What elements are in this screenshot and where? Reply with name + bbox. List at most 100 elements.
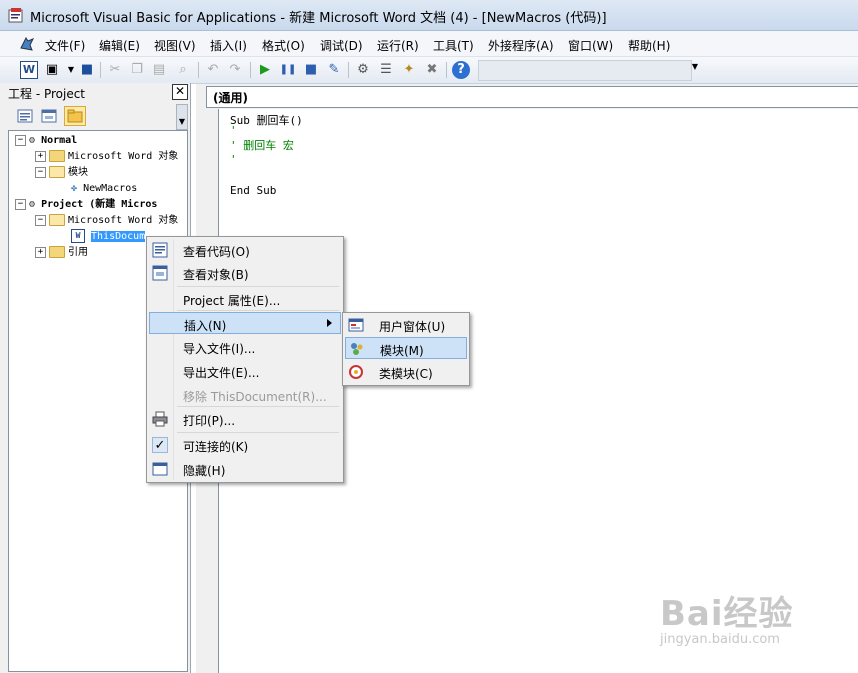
expand-icon[interactable]: + [35,150,46,162]
insert-submenu: 用户窗体(U) 模块(M) 类模块(C) [342,312,470,386]
tree-node-project-word-objects[interactable]: − Microsoft Word 对象 [35,213,178,229]
menu-item-export-file[interactable]: 导出文件(E)... [149,360,341,382]
folder-icon [67,109,83,123]
toolbar-separator [250,62,251,78]
code-comment-line: ' 删回车 宏 [230,139,294,152]
menu-item-view-object[interactable]: 查看对象(B) [149,262,341,284]
expand-icon[interactable]: + [35,246,46,258]
menu-item-hide[interactable]: 隐藏(H) [149,458,341,480]
collapse-icon[interactable]: − [35,214,46,226]
context-menu: 查看代码(O) 查看对象(B) Project 属性(E)... 插入(N) 导… [146,236,344,483]
menu-addins[interactable]: 外接程序(A) [488,37,554,54]
view-object-button[interactable] [38,106,60,126]
menu-item-label: 打印(P)... [183,414,236,428]
submenu-item-module[interactable]: 模块(M) [345,337,467,359]
tree-node-modules[interactable]: − 模块 [35,165,88,181]
menu-item-project-properties[interactable]: Project 属性(E)... [149,288,341,310]
submenu-arrow-icon [327,319,332,327]
redo-icon[interactable]: ↷ [226,61,244,79]
view-object-icon [41,109,57,123]
break-icon[interactable]: ❚❚ [279,61,297,79]
printer-icon [152,411,168,427]
find-icon[interactable]: ⌕ [174,61,192,79]
cut-icon[interactable]: ✂ [106,61,124,79]
menu-item-label: 查看代码(O) [183,245,250,259]
insert-userform-icon[interactable]: ▣ [43,61,61,79]
view-code-icon [17,109,33,123]
menu-item-label: Project 属性(E)... [183,294,281,308]
panel-scroll-icon[interactable]: ▼ [176,104,188,130]
project-explorer-icon[interactable]: ⚙ [354,61,372,79]
code-comment-line: ' [230,124,237,137]
tree-label: Project (新建 Micros [41,199,158,210]
toolbox-icon[interactable]: ✖ [423,61,441,79]
folder-icon [49,150,65,162]
tree-node-normal-word-objects[interactable]: + Microsoft Word 对象 [35,149,178,165]
tree-node-newmacros[interactable]: ✤ NewMacros [71,181,137,197]
object-browser-icon[interactable]: ✦ [400,61,418,79]
collapse-icon[interactable]: − [35,166,46,178]
standard-toolbar: W ▣ ▼ ■ ✂ ❐ ▤ ⌕ ↶ ↷ ▶ ❚❚ ■ ✎ ⚙ ☰ ✦ ✖ ? ▼ [0,57,858,84]
menu-item-dockable[interactable]: ✓ 可连接的(K) [149,434,341,456]
tree-node-references[interactable]: + 引用 [35,245,88,261]
menu-item-label: 移除 ThisDocument(R)... [183,390,327,404]
collapse-icon[interactable]: − [15,134,26,146]
menu-help[interactable]: 帮助(H) [628,37,670,54]
menu-edit[interactable]: 编辑(E) [99,37,140,54]
procedure-combo[interactable]: (通用) [206,86,858,108]
baidu-watermark: Bai经验 jingyan.baidu.com [660,586,840,656]
module-icon [351,343,363,355]
folder-icon [49,246,65,258]
project-gear-icon: ⚙ [29,135,36,146]
copy-icon[interactable]: ❐ [128,61,146,79]
menu-item-print[interactable]: 打印(P)... [149,408,341,430]
menu-debug[interactable]: 调试(D) [320,37,363,54]
menu-format[interactable]: 格式(O) [262,37,305,54]
tree-node-thisdocument[interactable]: W ThisDocum [71,229,146,245]
userform-icon [348,318,364,332]
tree-node-project[interactable]: − ⚙ Project (新建 Micros [15,197,157,213]
watermark-url: jingyan.baidu.com [660,632,780,647]
submenu-item-userform[interactable]: 用户窗体(U) [345,314,467,336]
view-code-button[interactable] [14,106,36,126]
tree-label: Microsoft Word 对象 [68,151,179,162]
submenu-item-label: 模块(M) [380,344,424,358]
menu-view[interactable]: 视图(V) [154,37,196,54]
menu-tools[interactable]: 工具(T) [433,37,474,54]
menu-item-label: 插入(N) [184,319,227,333]
close-icon[interactable]: ✕ [172,84,188,100]
menu-file[interactable]: 文件(F) [45,37,85,54]
menu-run[interactable]: 运行(R) [377,37,419,54]
toolbar-options-icon[interactable]: ▼ [690,62,700,80]
undo-icon[interactable]: ↶ [204,61,222,79]
menu-item-view-code[interactable]: 查看代码(O) [149,239,341,261]
word-toolbar-icon[interactable] [18,35,36,53]
menu-item-import-file[interactable]: 导入文件(I)... [149,336,341,358]
tree-label: Normal [41,135,78,146]
submenu-item-label: 用户窗体(U) [379,320,446,334]
properties-window-icon[interactable]: ☰ [377,61,395,79]
watermark-brand: Bai经验 [660,594,794,634]
tree-label: NewMacros [83,183,138,194]
title-bar: Microsoft Visual Basic for Applications … [0,0,858,31]
hide-icon [152,462,168,476]
paste-icon[interactable]: ▤ [150,61,168,79]
open-folder-icon [49,214,65,226]
help-icon[interactable]: ? [452,61,470,79]
design-mode-icon[interactable]: ✎ [325,61,343,79]
toggle-folders-button[interactable] [64,106,86,126]
menu-insert[interactable]: 插入(I) [210,37,247,54]
tree-node-normal[interactable]: − ⚙ Normal [15,133,77,149]
menu-item-insert[interactable]: 插入(N) [149,312,341,334]
toolbar-separator [100,62,101,78]
menu-window[interactable]: 窗口(W) [568,37,613,54]
code-line: End Sub [230,184,277,197]
save-icon[interactable]: ■ [78,61,96,79]
project-panel-header: 工程 - Project ✕ [4,83,190,101]
view-word-icon[interactable]: W [20,61,38,79]
menu-item-label: 查看对象(B) [183,268,249,282]
collapse-icon[interactable]: − [15,198,26,210]
reset-icon[interactable]: ■ [302,61,320,79]
run-icon[interactable]: ▶ [256,61,274,79]
submenu-item-class-module[interactable]: 类模块(C) [345,361,467,383]
